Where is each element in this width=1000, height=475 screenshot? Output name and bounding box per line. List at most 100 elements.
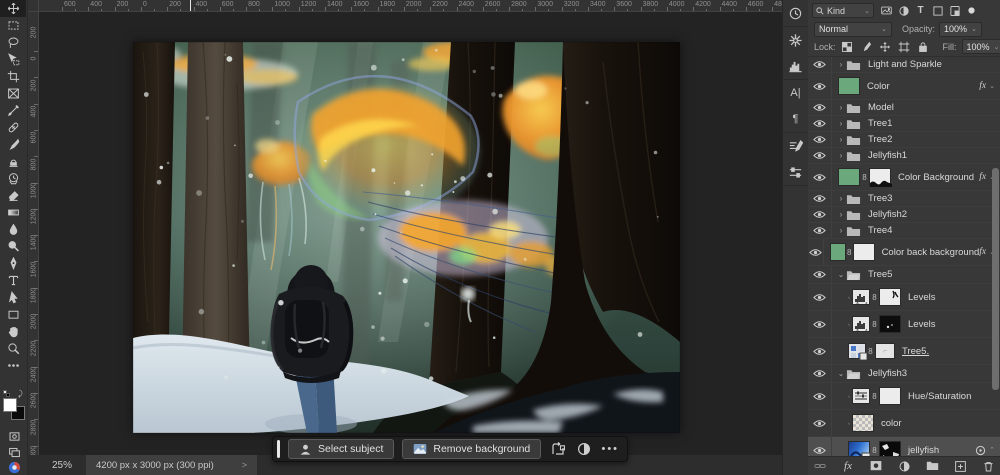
layer-name[interactable]: Tree5 — [868, 269, 892, 280]
layer-row-levels[interactable]: 8 Levels — [808, 284, 1000, 311]
new-layer-icon[interactable] — [952, 459, 968, 473]
frame-tool[interactable] — [0, 85, 26, 102]
layer-row-tree5-[interactable]: 8 ⌐ Tree5. — [808, 338, 1000, 365]
visibility-eye-icon[interactable] — [808, 410, 832, 436]
crop-tool[interactable] — [0, 68, 26, 85]
lasso-tool[interactable] — [0, 34, 26, 51]
layer-row-hue-saturation[interactable]: 8 Hue/Saturation — [808, 383, 1000, 410]
chevron-right-icon[interactable]: › — [836, 119, 846, 128]
layer-name[interactable]: Levels — [908, 292, 935, 303]
visibility-eye-icon[interactable] — [808, 338, 832, 364]
layer-row-color-background[interactable]: 8 Color Backgroundfx⌄ — [808, 164, 1000, 191]
visibility-eye-icon[interactable] — [808, 223, 832, 238]
visibility-eye-icon[interactable] — [808, 132, 832, 147]
layer-row-model[interactable]: › Model — [808, 100, 1000, 116]
blur-tool[interactable] — [0, 221, 26, 238]
object-selection-tool[interactable] — [0, 51, 26, 68]
color-fill-thumbnail[interactable] — [838, 77, 860, 95]
visibility-eye-icon[interactable] — [808, 100, 832, 115]
layer-mask-thumbnail[interactable] — [879, 288, 901, 306]
mask-link-icon[interactable]: 8 — [871, 392, 878, 401]
visibility-eye-icon[interactable] — [808, 164, 832, 190]
document-canvas[interactable] — [133, 42, 680, 433]
more-options-icon[interactable]: ••• — [601, 440, 619, 458]
delete-layer-icon[interactable] — [980, 459, 996, 473]
layer-name[interactable]: Jellyfish1 — [868, 150, 907, 161]
history-brush-tool[interactable] — [0, 170, 26, 187]
layer-row-tree1[interactable]: › Tree1 — [808, 116, 1000, 132]
chevron-right-icon[interactable]: › — [836, 103, 846, 112]
layer-name[interactable]: Tree5. — [902, 346, 929, 357]
type-tool[interactable] — [0, 272, 26, 289]
layer-row-tree4[interactable]: › Tree4 — [808, 223, 1000, 239]
lock-all-icon[interactable] — [917, 40, 930, 53]
layer-name[interactable]: Color Background — [898, 172, 974, 183]
histogram-icon[interactable] — [786, 57, 806, 75]
spot-healing-brush-tool[interactable] — [0, 119, 26, 136]
clone-stamp-tool[interactable] — [0, 153, 26, 170]
chevron-right-icon[interactable]: › — [836, 194, 846, 203]
layer-thumbnail[interactable] — [852, 414, 874, 432]
layer-row-jellyfish[interactable]: 8 jellyfish ⌃ — [808, 437, 1000, 456]
visibility-eye-icon[interactable] — [808, 116, 832, 131]
creative-cloud-icon[interactable] — [1, 459, 27, 475]
default-colors-icon[interactable] — [3, 390, 10, 397]
layer-name[interactable]: Tree2 — [868, 134, 892, 145]
mask-link-icon[interactable]: 8 — [871, 320, 878, 329]
lock-transparency-icon[interactable] — [841, 40, 854, 53]
layer-row-levels[interactable]: 8 Levels — [808, 311, 1000, 338]
edit-toolbar[interactable] — [0, 357, 26, 374]
character-icon[interactable]: A| — [786, 84, 806, 102]
history-icon[interactable] — [786, 4, 806, 22]
adjustments-icon[interactable] — [786, 31, 806, 49]
screen-mode-icon[interactable] — [1, 444, 27, 460]
lock-position-icon[interactable] — [879, 40, 892, 53]
rectangular-marquee-tool[interactable] — [0, 17, 26, 34]
dodge-tool[interactable] — [0, 238, 26, 255]
chevron-right-icon[interactable]: › — [836, 60, 846, 69]
layer-row-color[interactable]: color — [808, 410, 1000, 437]
layer-mask-thumbnail[interactable] — [853, 243, 875, 261]
layers-scrollbar[interactable] — [992, 168, 999, 390]
layer-row-jellyfish3[interactable]: ⌄ Jellyfish3 — [808, 365, 1000, 383]
brush-tool[interactable] — [0, 136, 26, 153]
document-info[interactable]: 4200 px x 3000 px (300 ppi) > — [86, 455, 257, 475]
adjustment-icon[interactable] — [575, 440, 593, 458]
zoom-level[interactable]: 25% — [52, 460, 86, 471]
layer-row-color-back-background[interactable]: 8 Color back backgroundfx⌄ — [808, 239, 1000, 266]
layer-mask-thumbnail[interactable] — [869, 168, 891, 186]
layer-name[interactable]: Tree3 — [868, 193, 892, 204]
smart-filter-toggle[interactable]: ⌃ — [975, 445, 995, 456]
properties-icon[interactable] — [786, 163, 806, 181]
visibility-eye-icon[interactable] — [808, 266, 832, 283]
layer-thumbnail[interactable] — [848, 441, 870, 456]
layer-row-light-and-sparkle[interactable]: › Light and Sparkle — [808, 57, 1000, 73]
layer-name[interactable]: Jellyfish3 — [868, 368, 907, 379]
visibility-eye-icon[interactable] — [808, 311, 832, 337]
taskbar-grip[interactable] — [277, 440, 280, 458]
layer-name[interactable]: Light and Sparkle — [868, 59, 942, 70]
opacity-value[interactable]: 100% ⌄ — [939, 22, 982, 37]
visibility-eye-icon[interactable] — [808, 148, 832, 163]
chevron-down-icon[interactable]: ⌄ — [836, 369, 846, 378]
link-layers-icon[interactable] — [812, 459, 828, 473]
layer-name[interactable]: color — [881, 418, 902, 429]
visibility-eye-icon[interactable] — [808, 57, 832, 72]
pasteboard[interactable] — [39, 12, 782, 455]
adjustment-thumbnail[interactable] — [850, 388, 870, 404]
shape-layer-filter-icon[interactable] — [930, 4, 945, 18]
adjustment-thumbnail[interactable] — [850, 316, 870, 332]
layer-row-tree5[interactable]: ⌄ Tree5 — [808, 266, 1000, 284]
visibility-eye-icon[interactable] — [808, 239, 824, 265]
visibility-eye-icon[interactable] — [808, 437, 832, 456]
layer-fx-icon[interactable]: fx — [840, 459, 856, 473]
visibility-eye-icon[interactable] — [808, 365, 832, 382]
layer-name[interactable]: jellyfish — [908, 445, 939, 456]
visibility-eye-icon[interactable] — [808, 383, 832, 409]
mask-link-icon[interactable]: 8 — [861, 173, 868, 182]
type-layer-filter-icon[interactable]: T — [913, 4, 928, 18]
layer-row-color[interactable]: Colorfx⌄ — [808, 73, 1000, 100]
mask-link-icon[interactable]: 8 — [867, 347, 874, 356]
layer-mask-thumbnail[interactable] — [879, 387, 901, 405]
layer-row-tree3[interactable]: › Tree3 — [808, 191, 1000, 207]
